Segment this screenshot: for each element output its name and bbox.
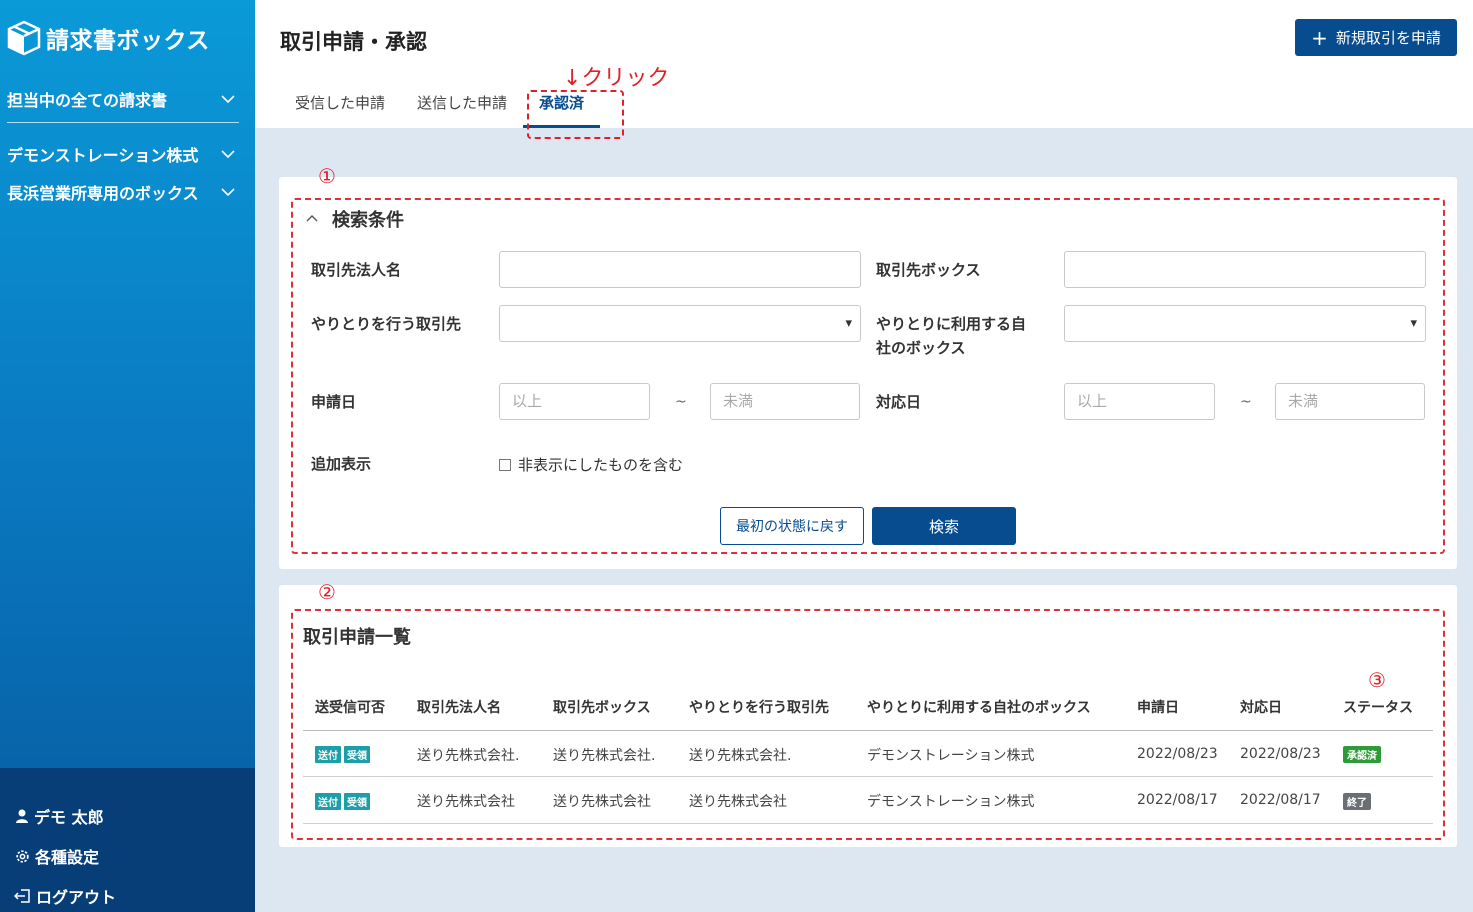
settings-label: 各種設定	[35, 848, 100, 867]
chevron-up-icon[interactable]	[305, 213, 319, 223]
column-header: 送受信可否	[315, 700, 385, 716]
send-tag: 送付	[315, 793, 341, 810]
chevron-down-icon	[221, 188, 235, 197]
annotation-number-1: ①	[318, 164, 336, 188]
sidebar-item-label: 担当中の全ての請求書	[7, 91, 168, 110]
trading-partner-select[interactable]	[499, 305, 861, 342]
apply-date-to-input[interactable]: 未満	[710, 383, 860, 420]
sidebar-item-all-invoices[interactable]: 担当中の全ての請求書	[0, 80, 255, 118]
own-box-select[interactable]	[1064, 305, 1426, 342]
sidebar-item-demo-company[interactable]: デモンストレーション株式	[0, 135, 255, 173]
own-box-label-line2: 社のボックス	[876, 339, 966, 357]
date-range-separator: ~	[1240, 394, 1252, 410]
include-hidden-checkbox[interactable]: 非表示にしたものを含む	[499, 454, 683, 475]
chevron-down-icon	[221, 150, 235, 159]
page-title: 取引申請・承認	[280, 30, 427, 54]
side-nav: 担当中の全ての請求書 デモンストレーション株式 長浜営業所専用のボックス	[0, 80, 255, 211]
send-receive-tags: 送付 受領	[315, 793, 373, 810]
partner-box-cell: 送り先株式会社.	[553, 748, 656, 764]
tab-received[interactable]: 受信した申請	[295, 92, 385, 128]
status-badge: 終了	[1343, 793, 1371, 810]
response-date-from-input[interactable]: 以上	[1064, 383, 1215, 420]
partner-name-cell: 送り先株式会社	[417, 794, 515, 810]
checkbox-box[interactable]	[499, 458, 511, 471]
response-date-label: 対応日	[876, 393, 922, 411]
row-divider	[303, 776, 1433, 777]
new-transaction-label: 新規取引を申請	[1335, 29, 1441, 47]
table-header-divider	[303, 730, 1433, 731]
column-header: 取引先ボックス	[553, 700, 651, 716]
apply-date-label: 申請日	[311, 393, 357, 411]
extra-display-label: 追加表示	[311, 455, 372, 473]
send-tag: 送付	[315, 746, 341, 763]
sidebar: 請求書ボックス 担当中の全ての請求書 デモンストレーション株式 長浜営業所専用の…	[0, 0, 255, 912]
list-section-title: 取引申請一覧	[303, 627, 411, 648]
trading-partner-cell: 送り先株式会社	[689, 794, 787, 810]
apply-date-cell: 2022/08/17	[1137, 792, 1218, 808]
own-box-label-line1: やりとりに利用する自	[876, 315, 1027, 333]
logout-icon	[14, 889, 30, 903]
new-transaction-button[interactable]: + 新規取引を申請	[1295, 19, 1457, 56]
gear-icon	[16, 849, 29, 863]
settings-link[interactable]: 各種設定	[0, 836, 255, 876]
click-annotation: ↓クリック	[563, 66, 670, 91]
partner-name-input[interactable]	[499, 251, 861, 288]
column-header: やりとりを行う取引先	[689, 700, 829, 716]
partner-box-label: 取引先ボックス	[876, 261, 981, 279]
trading-partner-cell: 送り先株式会社.	[689, 748, 792, 764]
status-cell: 終了	[1343, 793, 1371, 810]
brand-logo[interactable]: 請求書ボックス	[6, 18, 210, 58]
sidebar-item-label: デモンストレーション株式	[7, 146, 199, 165]
column-header: 取引先法人名	[417, 700, 501, 716]
date-range-separator: ~	[675, 394, 687, 410]
partner-box-cell: 送り先株式会社	[553, 794, 651, 810]
response-date-to-input[interactable]: 未満	[1275, 383, 1425, 420]
chevron-down-icon	[221, 95, 235, 104]
tab-sent[interactable]: 送信した申請	[417, 92, 507, 128]
column-header: やりとりに利用する自社のボックス	[867, 700, 1091, 716]
annotation-number-2: ②	[318, 580, 336, 604]
sidebar-divider	[7, 122, 239, 123]
search-button[interactable]: 検索	[872, 507, 1016, 545]
box-logo-icon	[7, 20, 41, 56]
own-box-cell: デモンストレーション株式	[867, 794, 1035, 810]
include-hidden-label: 非表示にしたものを含む	[518, 456, 684, 474]
page-header: 取引申請・承認 + 新規取引を申請 受信した申請 送信した申請 承認済	[255, 0, 1473, 128]
user-name: デモ 太郎	[34, 808, 104, 827]
sidebar-bottom: デモ 太郎 各種設定 ログアウト	[0, 768, 255, 912]
column-header: 申請日	[1137, 700, 1179, 716]
annotation-number-3: ③	[1368, 668, 1386, 692]
trading-partner-label: やりとりを行う取引先	[311, 315, 462, 333]
apply-date-cell: 2022/08/23	[1137, 746, 1218, 762]
reset-button[interactable]: 最初の状態に戻す	[720, 507, 864, 545]
logout-link[interactable]: ログアウト	[0, 876, 255, 912]
tab-highlight-box	[527, 90, 624, 139]
status-badge: 承認済	[1343, 746, 1381, 763]
own-box-cell: デモンストレーション株式	[867, 748, 1035, 764]
status-cell: 承認済	[1343, 746, 1381, 763]
row-divider	[303, 823, 1433, 824]
response-date-cell: 2022/08/23	[1240, 746, 1321, 762]
send-receive-tags: 送付 受領	[315, 746, 373, 763]
brand-name: 請求書ボックス	[46, 28, 210, 54]
column-header: 対応日	[1240, 700, 1282, 716]
apply-date-from-input[interactable]: 以上	[499, 383, 650, 420]
search-section-title: 検索条件	[332, 210, 404, 231]
response-date-cell: 2022/08/17	[1240, 792, 1321, 808]
column-header: ステータス	[1343, 700, 1413, 716]
plus-icon: +	[1311, 25, 1328, 50]
receive-tag: 受領	[344, 746, 370, 763]
user-menu[interactable]: デモ 太郎	[0, 796, 255, 836]
sidebar-item-label: 長浜営業所専用のボックス	[7, 184, 199, 203]
sidebar-item-nagahama-box[interactable]: 長浜営業所専用のボックス	[0, 173, 255, 211]
partner-box-input[interactable]	[1064, 251, 1426, 288]
logout-label: ログアウト	[36, 888, 117, 907]
partner-name-cell: 送り先株式会社.	[417, 748, 520, 764]
user-icon	[16, 809, 28, 823]
receive-tag: 受領	[344, 793, 370, 810]
partner-name-label: 取引先法人名	[311, 261, 402, 279]
